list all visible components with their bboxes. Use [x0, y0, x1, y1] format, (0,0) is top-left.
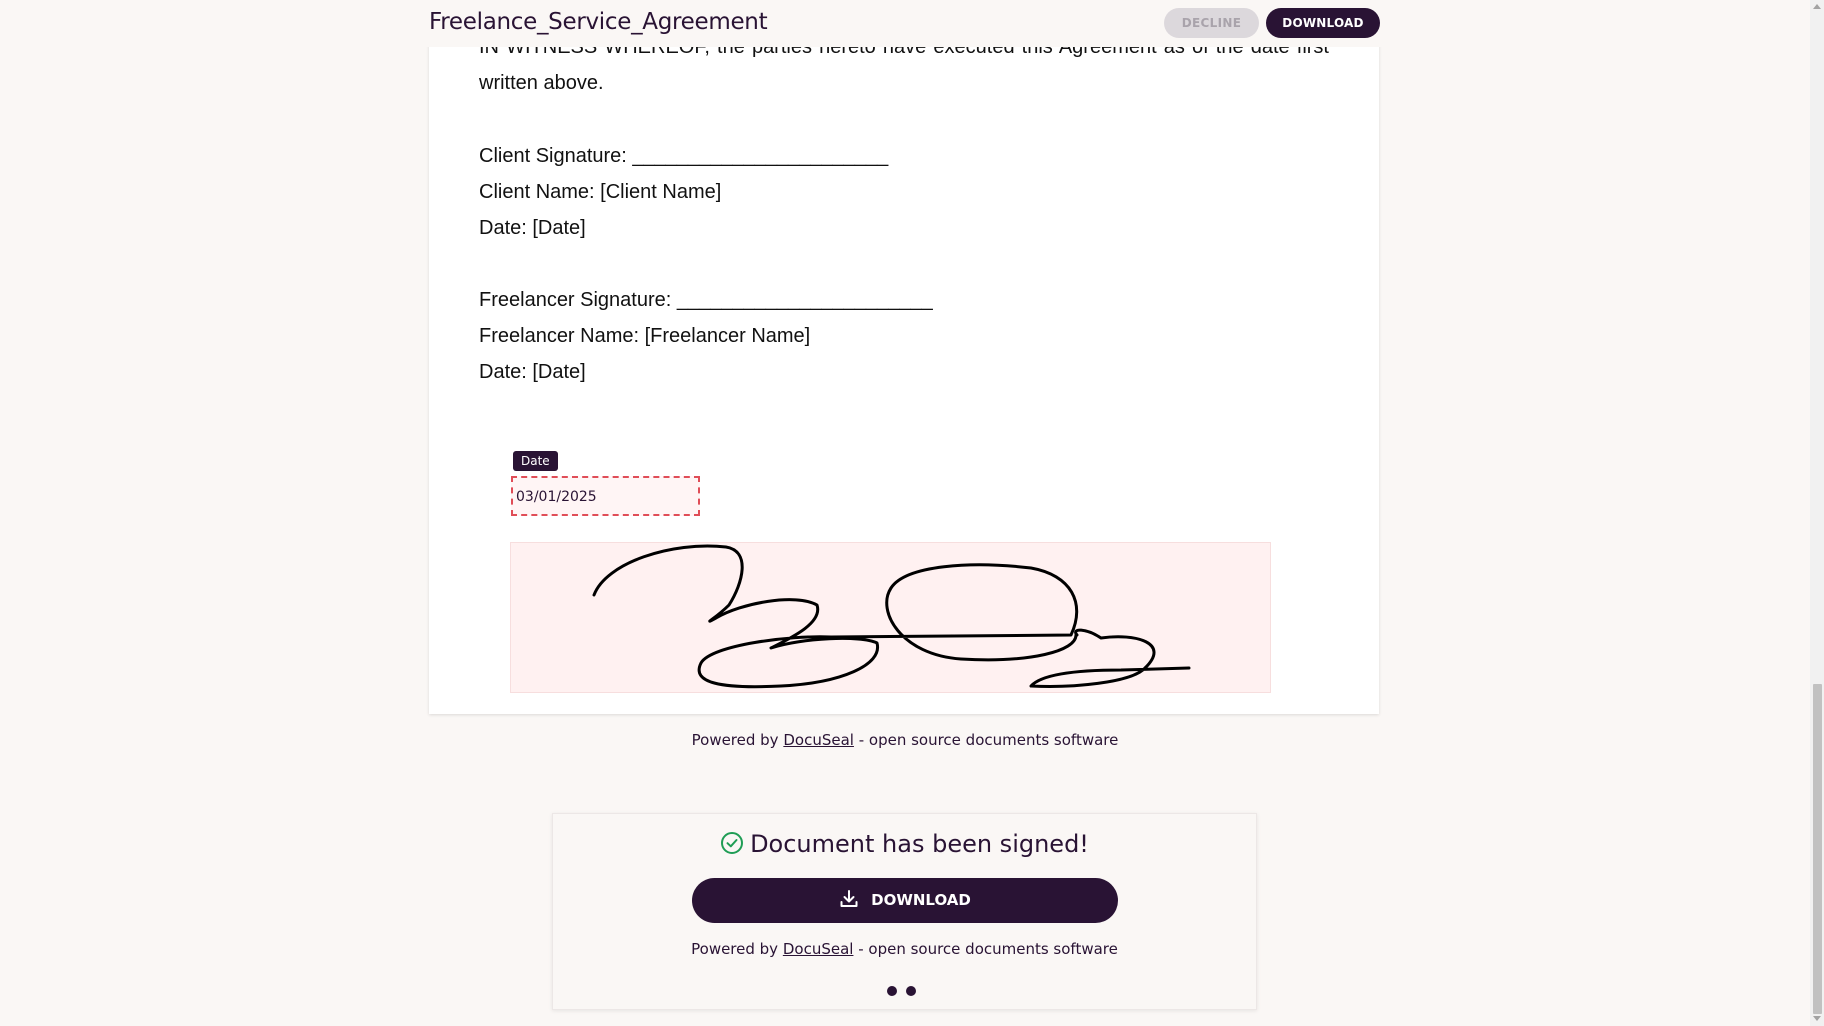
download-button-top[interactable]: DOWNLOAD [1266, 8, 1380, 38]
download-icon [839, 882, 859, 927]
card-docuseal-link[interactable]: DocuSeal [783, 940, 854, 958]
freelancer-signature-line: Freelancer Signature: __________________… [479, 289, 933, 311]
decline-button[interactable]: DECLINE [1164, 8, 1259, 38]
document-page: IN WITNESS WHEREOF, the parties hereto h… [429, 0, 1379, 714]
download-button-main[interactable]: DOWNLOAD [692, 878, 1118, 923]
scroll-down-arrow-icon[interactable] [1813, 1016, 1821, 1021]
powered-by-prefix: Powered by [691, 731, 784, 749]
page: IN WITNESS WHEREOF, the parties hereto h… [0, 0, 1810, 1026]
scrollbar-thumb[interactable] [1813, 684, 1822, 1014]
download-button-label: DOWNLOAD [871, 891, 971, 909]
freelancer-date-line: Date: [Date] [479, 361, 586, 383]
check-circle-icon [720, 831, 744, 861]
signed-title: Document has been signed! [553, 830, 1256, 861]
document-title: Freelance_Service_Agreement [429, 9, 768, 35]
freelancer-name-line: Freelancer Name: [Freelancer Name] [479, 325, 811, 347]
card-powered-by-text: Powered by DocuSeal - open source docume… [553, 940, 1256, 958]
top-bar: Freelance_Service_Agreement DECLINE DOWN… [0, 0, 1810, 47]
powered-by-text: Powered by DocuSeal - open source docume… [0, 731, 1810, 749]
client-date-line: Date: [Date] [479, 217, 586, 239]
card-powered-by-prefix: Powered by [691, 940, 783, 958]
signed-title-text: Document has been signed! [750, 830, 1089, 858]
docuseal-link[interactable]: DocuSeal [783, 731, 854, 749]
carousel-dots [887, 981, 925, 1000]
scroll-up-arrow-icon[interactable] [1813, 4, 1821, 9]
client-signature-line: Client Signature: ______________________… [479, 145, 889, 167]
vertical-scrollbar[interactable] [1810, 0, 1824, 1026]
date-field[interactable]: 03/01/2025 [511, 476, 700, 516]
signed-confirmation-card: Document has been signed! DOWNLOAD Power… [552, 813, 1257, 1010]
carousel-dot[interactable] [906, 986, 916, 996]
powered-by-suffix: - open source documents software [853, 731, 1119, 749]
signature-drawing [592, 544, 1191, 689]
signature-field[interactable] [510, 542, 1271, 693]
witness-text-line-2: written above. [479, 72, 604, 94]
carousel-dot[interactable] [887, 986, 897, 996]
date-field-tag: Date [513, 451, 558, 471]
client-name-line: Client Name: [Client Name] [479, 181, 722, 203]
card-powered-by-suffix: - open source documents software [853, 940, 1118, 958]
